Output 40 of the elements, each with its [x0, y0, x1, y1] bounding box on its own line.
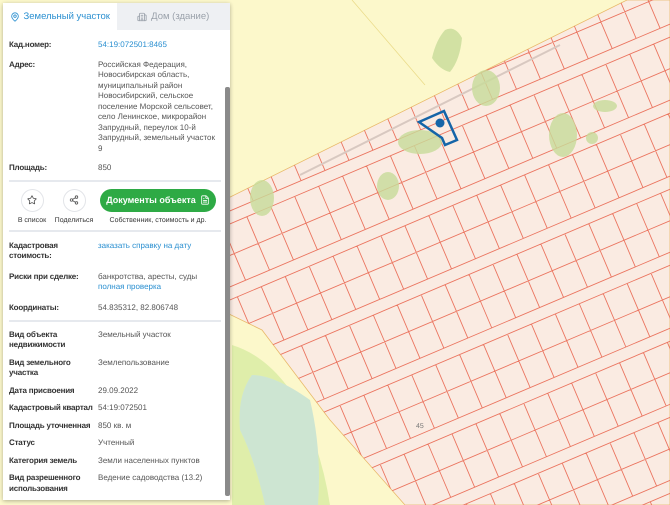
field-label: Площадь уточненная [9, 420, 92, 431]
field-value: 850 [98, 163, 112, 174]
share-button[interactable] [62, 188, 86, 212]
field-label: Кадастровый квартал [9, 403, 94, 414]
field-value: Учтенный [98, 438, 136, 448]
field-label: Категория земель [9, 456, 78, 466]
field-label: Вид земельного участка [9, 358, 72, 378]
field-label: Риски при сделке: [9, 272, 80, 283]
field-label: Координаты: [9, 302, 60, 313]
field-value: 850 кв. м [98, 420, 132, 431]
field-label: Дата присвоения [9, 386, 76, 396]
field-value: банкротства, аресты, суды [98, 272, 198, 282]
field-value: Российская Федерация, Новосибирская область, муниципальный район Новосибирский, сельское поселение Морской сельсовет, село Ленинское, микрорайон Запрудный, переулок 10-й Запрудный, земельный участок 9 [98, 60, 216, 154]
field-value: Земельный участок [98, 330, 172, 340]
document-icon [200, 195, 210, 205]
add-to-list-button[interactable] [20, 188, 44, 212]
field-label: Площадь: [9, 163, 48, 174]
building-icon [137, 12, 148, 22]
field-label: Кад.номер: [9, 40, 52, 50]
field-value: 29.09.2022 [98, 386, 140, 396]
share-icon [69, 195, 79, 205]
field-label: Вид разрешенного использования [9, 473, 82, 494]
tab[interactable]: Дом (здание) [116, 3, 230, 30]
field-label: Адрес: [9, 60, 36, 71]
star-icon [27, 195, 37, 205]
map-pin-icon [10, 12, 20, 22]
field-value: Земли населенных пунктов [98, 456, 201, 466]
field-value: 54.835312, 82.806748 [98, 302, 180, 313]
link[interactable]: заказать справку на дату [98, 240, 221, 251]
field-value: Ведение садоводства (13.2) [98, 473, 204, 484]
field-label: Статус [9, 438, 36, 448]
field-value: 54:19:072501 [98, 403, 148, 414]
selected-parcel[interactable] [416, 109, 459, 147]
link[interactable]: 54:19:072501:8465 [98, 40, 221, 50]
link[interactable]: полная проверка [98, 282, 221, 292]
field-label: Кадастровая стоимость: [9, 240, 59, 262]
documents-button[interactable]: Документы объекта [100, 188, 216, 212]
tab[interactable]: Земельный участок [3, 3, 116, 30]
field-value: Землепользование [98, 358, 170, 368]
field-label: Вид объекта недвижимости [9, 330, 66, 350]
